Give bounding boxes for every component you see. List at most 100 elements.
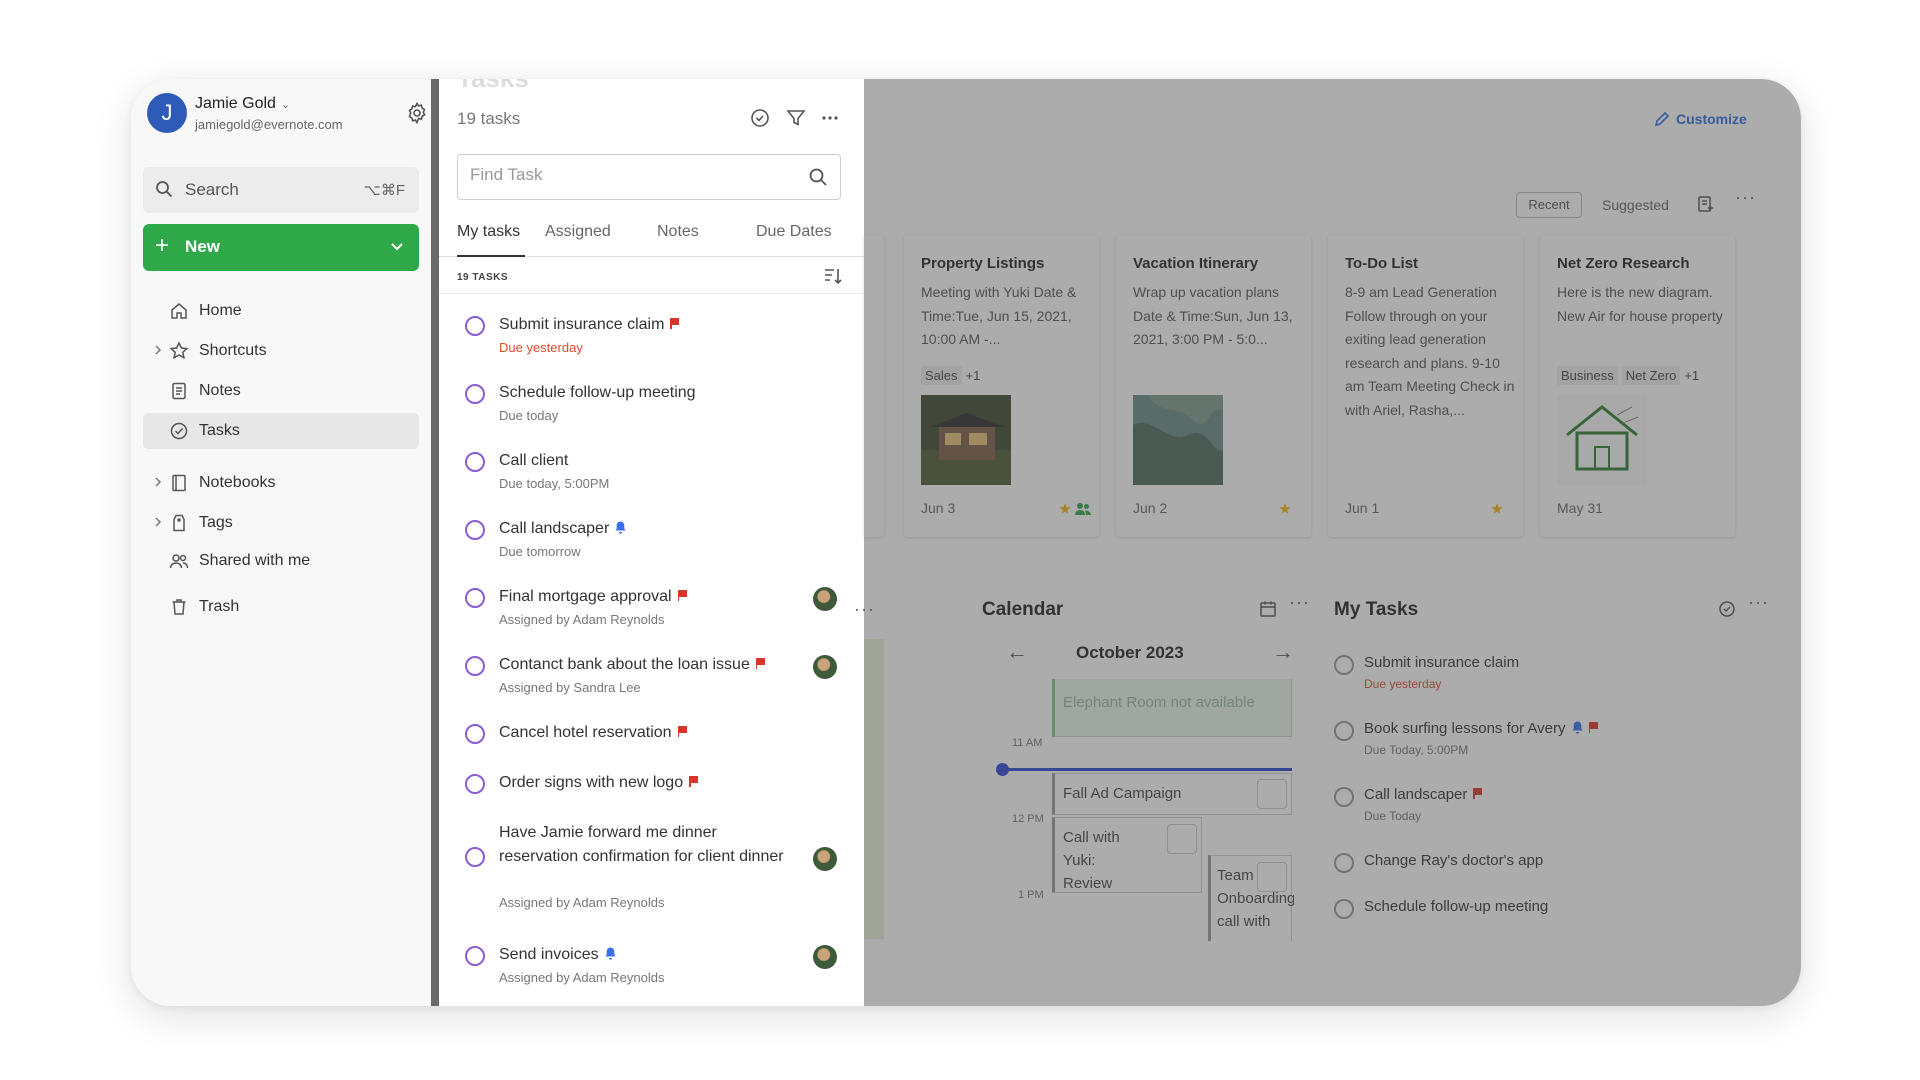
note-card[interactable]: Vacation Itinerary Wrap up vacation plan… [1116,235,1311,537]
new-button[interactable]: + New [143,224,419,271]
more-icon[interactable]: ··· [1289,592,1310,613]
sort-icon[interactable] [822,265,844,287]
panel-divider[interactable] [431,79,439,1006]
next-month-arrow[interactable]: → [1272,639,1294,665]
flag-icon [677,590,688,601]
chevron-right-icon[interactable] [153,516,163,528]
note-snippet: 8-9 am Lead Generation Follow through on… [1345,284,1515,418]
task-title: Book surfing lessons for Avery [1364,720,1566,737]
search-label: Search [185,180,239,199]
note-card[interactable]: To-Do List 8-9 am Lead Generation Follow… [1328,235,1523,537]
task-title: Order signs with new logo [499,774,684,791]
copy-icon[interactable] [1257,862,1287,892]
chevron-right-icon[interactable] [153,476,163,488]
sidebar-item-home[interactable]: Home [143,293,419,329]
task-checkbox[interactable] [465,520,485,540]
pencil-icon [1654,111,1670,127]
filter-suggested[interactable]: Suggested [1602,197,1669,213]
note-card[interactable]: Net Zero Research Here is the new diagra… [1540,235,1735,537]
task-checkbox[interactable] [465,724,485,744]
task-checkbox[interactable] [1334,787,1354,807]
sidebar-item-trash[interactable]: Trash [143,589,419,625]
sidebar-search[interactable]: Search ⌥⌘F [143,167,419,213]
current-time-line [1002,768,1292,771]
task-checkbox[interactable] [1334,853,1354,873]
time-label: 11 AM [1012,737,1043,749]
task-due: Due today, 5:00PM [499,476,610,491]
chevron-down-icon[interactable] [387,236,407,256]
tab-assigned[interactable]: Assigned [545,219,611,257]
note-tag-more[interactable]: +1 [1684,368,1699,383]
prev-month-arrow[interactable]: ← [1006,639,1028,665]
task-checkbox[interactable] [1334,655,1354,675]
calendar-event[interactable]: Fall Ad Campaign [1052,773,1292,815]
task-checkbox[interactable] [465,656,485,676]
calendar-event[interactable]: Elephant Room not available [1052,679,1292,737]
tab-due-dates[interactable]: Due Dates [756,219,832,257]
task-title: Cancel hotel reservation [499,724,672,741]
note-card[interactable]: Property Listings Meeting with Yuki Date… [904,235,1099,537]
tasks-icon [170,422,188,440]
flag-icon [1473,788,1483,799]
avatar [813,655,837,679]
gear-icon[interactable] [405,101,429,125]
tasks-panel: Tasks 19 tasks My tasks Assigned Notes D… [439,79,864,1006]
event-title: Elephant Room not available [1063,694,1255,711]
tab-my-tasks[interactable]: My tasks [457,219,525,257]
task-due: Due Today, 5:00PM [1364,743,1469,757]
task-checkbox[interactable] [465,316,485,336]
filter-recent[interactable]: Recent [1516,192,1582,218]
note-icon[interactable] [1257,779,1287,809]
note-date: Jun 1 [1345,500,1380,516]
more-icon[interactable] [819,107,841,129]
note-date: May 31 [1557,500,1603,516]
sidebar-item-tasks[interactable]: Tasks [143,413,419,449]
task-tabs: My tasks Assigned Notes Due Dates [439,219,864,257]
app-window: J Jamie Gold ⌄ jamiegold@evernote.com Sea… [131,79,1801,1006]
task-checkbox[interactable] [465,452,485,472]
search-icon[interactable] [808,167,828,187]
more-icon[interactable]: ··· [1735,187,1756,208]
copy-icon[interactable] [1167,824,1197,854]
sidebar-item-tags[interactable]: Tags [143,505,419,541]
time-label: 12 PM [1012,813,1044,825]
customize-button[interactable]: Customize [1654,111,1747,127]
task-checkbox[interactable] [1334,899,1354,919]
task-checkbox[interactable] [465,384,485,404]
find-task-input[interactable] [470,165,790,185]
calendar-event[interactable]: Team Onboarding call with [1208,855,1294,941]
find-task-field[interactable] [457,154,841,200]
sidebar-item-notebooks[interactable]: Notebooks [143,465,419,501]
sidebar-item-shortcuts[interactable]: Shortcuts [143,333,419,369]
add-task-icon[interactable] [749,107,771,129]
task-checkbox[interactable] [465,946,485,966]
task-checkbox[interactable] [465,774,485,794]
note-tag-more[interactable]: +1 [966,368,981,383]
sidebar-item-shared[interactable]: Shared with me [143,543,419,579]
task-title: Call landscaper [1364,786,1468,803]
task-checkbox[interactable] [1334,721,1354,741]
task-checkbox[interactable] [465,588,485,608]
note-tag[interactable]: Net Zero [1621,366,1681,385]
flag-icon [755,658,766,669]
note-snippet: Meeting with Yuki Date & Time:Tue, Jun 1… [921,284,1077,347]
note-tag[interactable]: Business [1557,366,1618,385]
time-label: 1 PM [1018,889,1044,901]
note-tag[interactable]: Sales [921,366,962,385]
calendar-icon[interactable] [1259,600,1277,618]
account-switcher[interactable]: J Jamie Gold ⌄ jamiegold@evernote.com [147,91,426,141]
calendar-event[interactable]: Call with Yuki: Review [1052,817,1202,893]
filter-icon[interactable] [785,107,807,129]
new-note-icon[interactable] [1696,195,1714,213]
more-icon[interactable]: ··· [854,599,875,620]
note-card[interactable] [864,235,884,537]
tab-notes[interactable]: Notes [657,219,699,257]
task-title: Submit insurance claim [499,316,665,333]
more-icon[interactable]: ··· [1748,592,1769,613]
chevron-right-icon[interactable] [153,344,163,356]
notebook-icon [172,474,186,492]
task-checkbox[interactable] [465,847,485,867]
house-sketch [1557,395,1647,485]
add-task-icon[interactable] [1718,600,1736,618]
sidebar-item-notes[interactable]: Notes [143,373,419,409]
